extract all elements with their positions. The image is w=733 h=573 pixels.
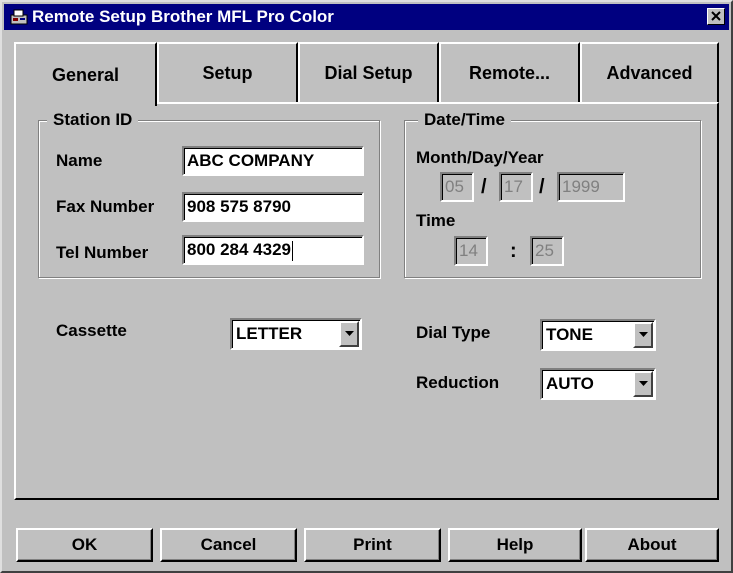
dial-type-select[interactable]: TONE <box>540 319 656 351</box>
tel-number-field[interactable]: 800 284 4329 <box>182 235 364 265</box>
name-label: Name <box>56 151 103 170</box>
fax-number-field[interactable]: 908 575 8790 <box>182 192 364 222</box>
tab-advanced[interactable]: Advanced <box>580 42 719 102</box>
cassette-label: Cassette <box>56 321 127 340</box>
title-bar[interactable]: Remote Setup Brother MFL Pro Color <box>4 4 729 30</box>
tab-remote[interactable]: Remote... <box>439 42 580 102</box>
tab-dial-setup[interactable]: Dial Setup <box>298 42 439 102</box>
dialog-window: Remote Setup Brother MFL Pro Color Gener… <box>0 0 733 573</box>
tab-setup[interactable]: Setup <box>157 42 298 102</box>
dial-type-label: Dial Type <box>416 323 491 342</box>
reduction-label: Reduction <box>416 373 500 392</box>
tab-strip: General Setup Dial Setup Remote... Advan… <box>14 42 719 106</box>
time-label: Time <box>416 211 456 230</box>
chevron-down-icon <box>639 332 648 337</box>
reduction-select[interactable]: AUTO <box>540 368 656 400</box>
fax-number-label: Fax Number <box>56 197 155 216</box>
date-separator: / <box>539 176 545 198</box>
month-field[interactable]: 05 <box>440 172 474 202</box>
about-button[interactable]: About <box>585 528 719 562</box>
chevron-down-icon <box>345 331 354 336</box>
minute-field[interactable]: 25 <box>530 236 564 266</box>
help-button[interactable]: Help <box>448 528 582 562</box>
name-field[interactable]: ABC COMPANY <box>182 146 364 176</box>
day-field[interactable]: 17 <box>499 172 533 202</box>
tel-number-label: Tel Number <box>56 243 149 262</box>
station-id-title: Station ID <box>47 109 139 131</box>
date-format-label: Month/Day/Year <box>416 148 544 167</box>
cassette-select[interactable]: LETTER <box>230 318 362 350</box>
cancel-button[interactable]: Cancel <box>160 528 297 562</box>
close-icon <box>711 11 721 21</box>
hour-field[interactable]: 14 <box>454 236 488 266</box>
date-separator: / <box>481 176 487 198</box>
date-time-title: Date/Time <box>418 109 511 131</box>
fax-machine-icon <box>10 9 28 25</box>
chevron-down-icon <box>639 381 648 386</box>
dropdown-button[interactable] <box>633 322 653 348</box>
window-title: Remote Setup Brother MFL Pro Color <box>32 7 334 26</box>
print-button[interactable]: Print <box>304 528 441 562</box>
ok-button[interactable]: OK <box>16 528 153 562</box>
tab-general[interactable]: General <box>14 42 157 106</box>
time-separator: : <box>510 240 517 262</box>
dropdown-button[interactable] <box>633 371 653 397</box>
dropdown-button[interactable] <box>339 321 359 347</box>
close-button[interactable] <box>707 8 725 25</box>
text-cursor <box>292 240 293 261</box>
year-field[interactable]: 1999 <box>557 172 625 202</box>
